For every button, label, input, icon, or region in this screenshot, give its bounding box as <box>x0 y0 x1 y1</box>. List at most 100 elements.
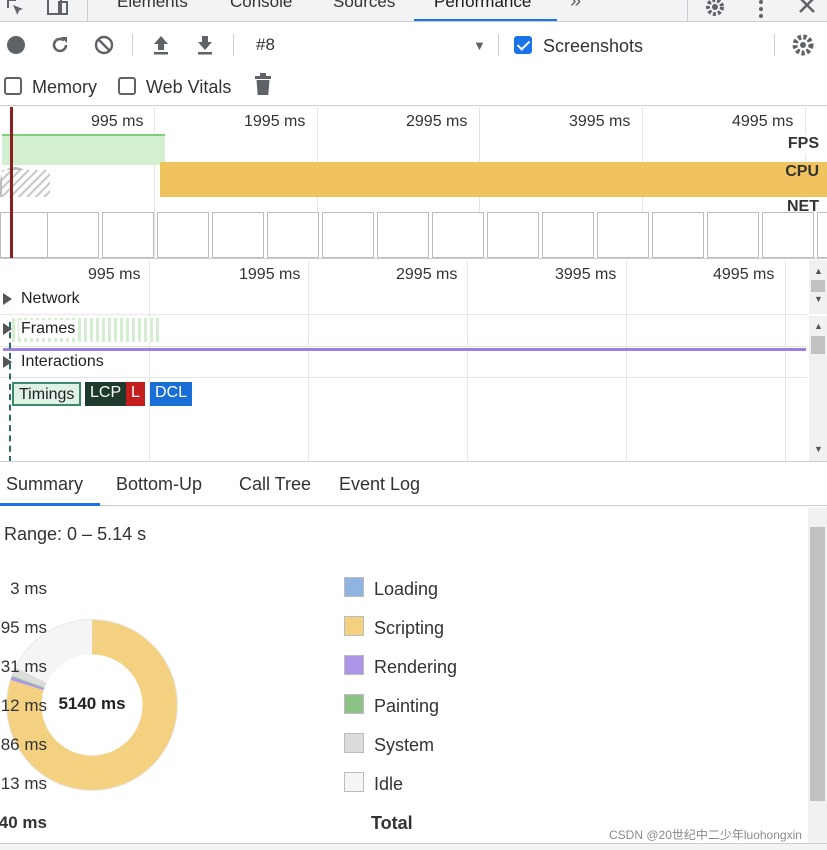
screenshots-checkbox[interactable] <box>514 36 532 54</box>
bottom-bar <box>0 843 827 850</box>
screenshot-thumbnail[interactable] <box>432 212 484 258</box>
screenshot-thumbnail[interactable] <box>47 212 99 258</box>
capture-settings-bar: Memory Web Vitals <box>0 67 827 106</box>
cpu-chart <box>160 162 827 197</box>
web-vitals-label: Web Vitals <box>146 77 232 97</box>
scrollbar-thumb[interactable] <box>811 280 825 292</box>
close-icon[interactable] <box>796 0 820 18</box>
watermark: CSDN @20世纪中二少年luohongxin <box>609 828 802 842</box>
summary-scrollbar[interactable] <box>808 507 827 843</box>
timeline-overview[interactable]: 995 ms 1995 ms 2995 ms 3995 ms 4995 ms F… <box>0 107 827 259</box>
navigation-marker <box>9 322 11 461</box>
tab-console[interactable]: Console <box>230 0 292 12</box>
performance-toolbar: #8 ▼ Screenshots <box>0 23 827 67</box>
overview-tick: 4995 ms <box>732 113 794 130</box>
legend-value: 12 ms <box>0 696 47 715</box>
details-tab-bar: Summary Bottom-Up Call Tree Event Log <box>0 463 827 506</box>
devtools-tab-bar: Elements Console Sources Performance » <box>0 0 827 22</box>
network-scrollbar[interactable]: ▲ ▼ <box>809 260 827 314</box>
tab-performance[interactable]: Performance <box>434 0 531 12</box>
legend-swatch <box>344 616 364 636</box>
screenshot-thumbnail[interactable] <box>542 212 594 258</box>
tab-event-log[interactable]: Event Log <box>339 474 420 495</box>
tab-sources[interactable]: Sources <box>333 0 395 12</box>
grid-line <box>149 260 150 461</box>
scrollbar-thumb[interactable] <box>811 336 825 354</box>
memory-checkbox[interactable] <box>4 77 22 95</box>
lcp-marker[interactable]: LCP <box>85 382 127 406</box>
settings-gear-icon[interactable] <box>704 0 728 18</box>
timeline-tick: 3995 ms <box>555 266 617 283</box>
screenshot-thumbnail[interactable] <box>0 212 52 258</box>
more-vertical-icon[interactable] <box>750 0 774 18</box>
legend-value: 31 ms <box>0 657 47 676</box>
screenshot-thumbnail[interactable] <box>212 212 264 258</box>
chevron-down-icon[interactable]: ▼ <box>473 38 486 53</box>
screenshot-thumbnail[interactable] <box>707 212 759 258</box>
interaction-bar[interactable] <box>3 348 806 351</box>
scroll-up-icon: ▲ <box>814 321 823 331</box>
tab-summary[interactable]: Summary <box>6 474 83 495</box>
separator <box>687 0 688 21</box>
overview-cursor[interactable] <box>10 107 13 258</box>
screenshot-thumbnail[interactable] <box>817 212 827 258</box>
scroll-down-icon: ▼ <box>814 444 823 454</box>
dcl-marker[interactable]: DCL <box>150 382 193 406</box>
timeline-tracks[interactable]: 995 ms 1995 ms 2995 ms 3995 ms 4995 ms N… <box>0 260 827 462</box>
track-frames[interactable]: Frames <box>19 320 78 338</box>
total-label: Total <box>371 813 413 833</box>
legend-value: 913 ms <box>0 774 47 793</box>
download-icon[interactable] <box>192 32 218 58</box>
legend-row-loading: 3 ms Loading <box>0 577 520 601</box>
screenshot-thumbnail[interactable] <box>322 212 374 258</box>
inspect-element-icon[interactable] <box>4 0 28 18</box>
tracks-scrollbar[interactable]: ▲ ▼ <box>809 316 827 461</box>
legend-value: 3 ms <box>10 579 47 598</box>
timeline-tick: 995 ms <box>88 266 141 283</box>
grid-line <box>626 260 627 461</box>
expand-triangle-icon[interactable] <box>3 293 12 305</box>
trash-icon[interactable] <box>250 72 276 98</box>
settings-gear-icon[interactable] <box>790 32 816 58</box>
record-icon[interactable] <box>3 32 29 58</box>
upload-icon[interactable] <box>148 32 174 58</box>
overview-tick: 995 ms <box>91 113 144 130</box>
profile-select[interactable]: #8 <box>256 35 275 55</box>
screenshot-thumbnail[interactable] <box>652 212 704 258</box>
grid-line <box>467 260 468 461</box>
legend-swatch <box>344 772 364 792</box>
timings-track-label[interactable]: Timings <box>12 382 82 406</box>
active-tab-indicator <box>0 503 100 506</box>
tab-elements[interactable]: Elements <box>117 0 188 12</box>
reload-icon[interactable] <box>47 32 73 58</box>
clear-icon[interactable] <box>91 32 117 58</box>
scrollbar-thumb[interactable] <box>810 527 825 801</box>
tab-bottom-up[interactable]: Bottom-Up <box>116 474 202 495</box>
track-interactions[interactable]: Interactions <box>19 353 106 371</box>
total-value: 5140 ms <box>0 813 47 832</box>
screenshot-thumbnail[interactable] <box>157 212 209 258</box>
screenshot-thumbnail[interactable] <box>267 212 319 258</box>
legend-label: Idle <box>374 774 404 794</box>
screenshot-thumbnail[interactable] <box>762 212 814 258</box>
screenshot-thumbnail[interactable] <box>102 212 154 258</box>
track-network[interactable]: Network <box>19 290 82 308</box>
overview-tick: 3995 ms <box>569 113 631 130</box>
grid-line <box>308 260 309 461</box>
legend-row-scripting: 4095 ms Scripting <box>0 616 520 640</box>
legend-total-row: 5140 ms Total <box>0 811 520 835</box>
tab-call-tree[interactable]: Call Tree <box>239 474 311 495</box>
more-tabs-button[interactable]: » <box>570 0 581 13</box>
separator <box>87 0 88 21</box>
legend-label: System <box>374 735 435 755</box>
legend-label: Scripting <box>374 618 445 638</box>
track-divider <box>0 377 807 378</box>
scroll-down-icon: ▼ <box>814 294 823 304</box>
screenshot-thumbnail[interactable] <box>377 212 429 258</box>
screenshot-thumbnail[interactable] <box>597 212 649 258</box>
device-toolbar-icon[interactable] <box>46 0 70 18</box>
legend-row-rendering: 31 ms Rendering <box>0 655 520 679</box>
web-vitals-checkbox[interactable] <box>118 77 136 95</box>
load-marker[interactable]: L <box>126 382 145 406</box>
screenshot-thumbnail[interactable] <box>487 212 539 258</box>
